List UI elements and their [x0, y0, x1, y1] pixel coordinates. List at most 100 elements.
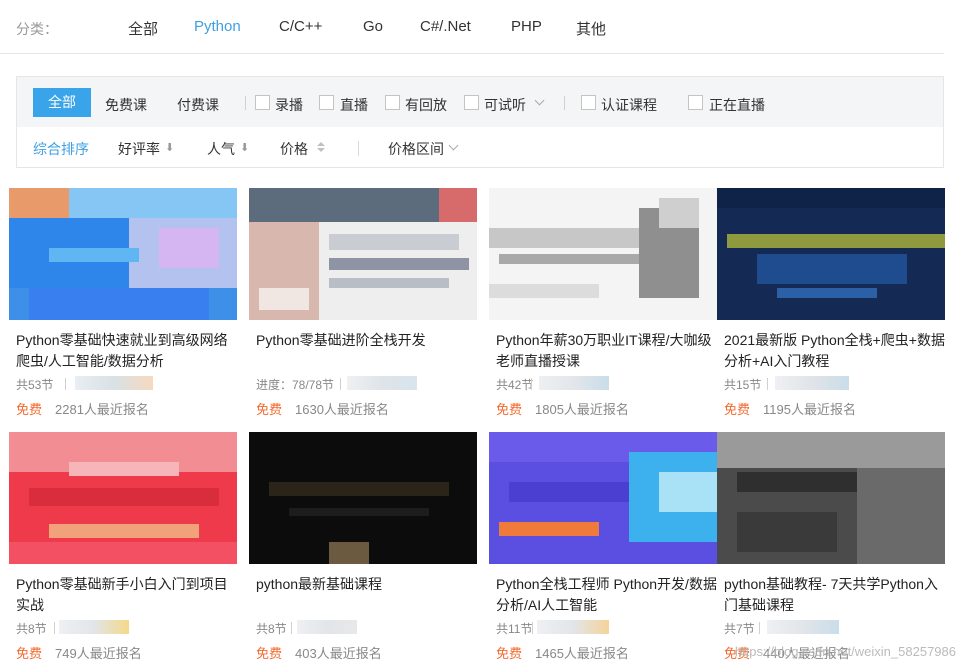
- price-free: 免费: [496, 646, 523, 661]
- enroll-count: 1195人最近报名: [763, 402, 856, 417]
- down-arrow-icon: ⬇: [165, 142, 175, 154]
- course-thumbnail[interactable]: [489, 432, 717, 564]
- category-python[interactable]: Python: [194, 18, 241, 35]
- divider: [65, 378, 66, 390]
- course-meta: 共8节: [256, 622, 287, 636]
- sort-popularity[interactable]: 人气: [207, 139, 235, 159]
- blurred-text: [537, 620, 609, 634]
- replay-label: 有回放: [405, 97, 447, 113]
- blurred-text: [539, 376, 609, 390]
- course-title[interactable]: Python年薪30万职业IT课程/大咖级老师直播授课: [496, 330, 718, 372]
- divider: [54, 622, 55, 634]
- course-thumbnail[interactable]: [9, 432, 237, 564]
- category-php[interactable]: PHP: [511, 18, 542, 35]
- enroll-count: 2281人最近报名: [55, 402, 149, 417]
- course-meta: 共7节: [724, 622, 755, 636]
- blurred-text: [75, 376, 153, 390]
- sort-rating[interactable]: 好评率: [118, 139, 160, 159]
- divider: [564, 96, 565, 110]
- watermark: https://blog.csdn.net/weixin_58257986: [734, 644, 956, 659]
- filter-free-course[interactable]: 免费课: [105, 95, 147, 115]
- sort-updown-icon: [317, 142, 325, 152]
- divider: [759, 622, 760, 634]
- course-card[interactable]: Python全栈工程师 Python开发/数据分析/AI人工智能 共11节 免费…: [489, 432, 717, 671]
- price-free: 免费: [16, 646, 43, 661]
- enroll-count: 403人最近报名: [295, 646, 382, 661]
- recorded-checkbox[interactable]: [255, 95, 270, 110]
- enroll-count: 1630人最近报名: [295, 402, 389, 417]
- filter-panel: 全部 免费课 付费课 录播 直播 有回放 可试听 认证课程 正在直播 综合排序 …: [16, 76, 944, 168]
- category-label: 分类：: [16, 21, 58, 37]
- chevron-down-icon[interactable]: [534, 95, 545, 106]
- filter-row: 全部 免费课 付费课 录播 直播 有回放 可试听 认证课程 正在直播: [17, 77, 943, 127]
- replay-checkbox[interactable]: [385, 95, 400, 110]
- course-thumbnail[interactable]: [249, 432, 477, 564]
- now-live-label: 正在直播: [709, 97, 765, 113]
- course-card[interactable]: python最新基础课程 共8节 免费 403人最近报名: [249, 432, 477, 671]
- course-meta: 共8节: [16, 622, 47, 636]
- enroll-count: 749人最近报名: [55, 646, 142, 661]
- filter-all-button[interactable]: 全部: [33, 88, 91, 117]
- sort-price-range[interactable]: 价格区间: [388, 139, 444, 159]
- course-thumbnail[interactable]: [489, 188, 717, 320]
- preview-label: 可试听: [484, 97, 526, 113]
- price-free: 免费: [724, 402, 751, 417]
- course-meta: 共53节: [16, 378, 54, 392]
- certified-label: 认证课程: [601, 97, 657, 113]
- course-title[interactable]: Python零基础快速就业到高级网络爬虫/人工智能/数据分析: [16, 330, 238, 372]
- blurred-text: [297, 620, 357, 634]
- preview-checkbox[interactable]: [464, 95, 479, 110]
- divider: [340, 378, 341, 390]
- category-all[interactable]: 全部: [128, 18, 158, 39]
- course-meta: 共15节: [724, 378, 762, 392]
- filter-paid-course[interactable]: 付费课: [177, 95, 219, 115]
- price-free: 免费: [496, 402, 523, 417]
- category-bar: 分类： 全部 Python C/C++ Go C#/.Net PHP 其他: [0, 0, 944, 54]
- course-thumbnail[interactable]: [717, 432, 945, 564]
- blurred-text: [775, 376, 849, 390]
- sort-price[interactable]: 价格: [280, 139, 308, 159]
- category-go[interactable]: Go: [363, 18, 383, 35]
- certified-checkbox[interactable]: [581, 95, 596, 110]
- category-other[interactable]: 其他: [576, 18, 606, 39]
- now-live-checkbox[interactable]: [688, 95, 703, 110]
- price-free: 免费: [256, 646, 283, 661]
- divider: [767, 378, 768, 390]
- course-title[interactable]: Python零基础进阶全栈开发: [256, 330, 478, 351]
- down-arrow-icon: ⬇: [240, 142, 250, 154]
- course-title[interactable]: 2021最新版 Python全栈+爬虫+数据分析+AI入门教程: [724, 330, 946, 372]
- course-card[interactable]: Python零基础新手小白入门到项目实战 共8节 免费 749人最近报名: [9, 432, 237, 671]
- divider: [532, 622, 533, 634]
- live-label: 直播: [340, 97, 368, 113]
- course-card[interactable]: Python年薪30万职业IT课程/大咖级老师直播授课 共42节 免费 1805…: [489, 188, 717, 428]
- course-card[interactable]: Python零基础快速就业到高级网络爬虫/人工智能/数据分析 共53节 免费 2…: [9, 188, 237, 428]
- live-checkbox[interactable]: [319, 95, 334, 110]
- sort-comprehensive[interactable]: 综合排序: [33, 139, 89, 159]
- course-thumbnail[interactable]: [249, 188, 477, 320]
- enroll-count: 1805人最近报名: [535, 402, 629, 417]
- course-card[interactable]: 2021最新版 Python全栈+爬虫+数据分析+AI入门教程 共15节 免费 …: [717, 188, 945, 428]
- category-csharp-net[interactable]: C#/.Net: [420, 18, 471, 35]
- blurred-text: [347, 376, 417, 390]
- course-title[interactable]: python基础教程- 7天共学Python入门基础课程: [724, 574, 946, 616]
- blurred-text: [59, 620, 129, 634]
- divider: [531, 378, 532, 390]
- recorded-label: 录播: [275, 97, 303, 113]
- course-card[interactable]: Python零基础进阶全栈开发 进度：78/78节 免费 1630人最近报名: [249, 188, 477, 428]
- blurred-text: [767, 620, 839, 634]
- course-title[interactable]: python最新基础课程: [256, 574, 478, 595]
- course-meta: 共11节: [496, 622, 533, 636]
- price-free: 免费: [16, 402, 43, 417]
- divider: [291, 622, 292, 634]
- course-thumbnail[interactable]: [717, 188, 945, 320]
- category-c-cpp[interactable]: C/C++: [279, 18, 322, 35]
- course-card[interactable]: python基础教程- 7天共学Python入门基础课程 共7节 免费 440人…: [717, 432, 945, 671]
- course-meta: 共42节: [496, 378, 534, 392]
- enroll-count: 1465人最近报名: [535, 646, 629, 661]
- course-thumbnail[interactable]: [9, 188, 237, 320]
- course-meta: 进度：78/78节: [256, 378, 335, 392]
- course-title[interactable]: Python全栈工程师 Python开发/数据分析/AI人工智能: [496, 574, 718, 616]
- course-title[interactable]: Python零基础新手小白入门到项目实战: [16, 574, 238, 616]
- price-free: 免费: [256, 402, 283, 417]
- chevron-down-icon[interactable]: [448, 140, 459, 151]
